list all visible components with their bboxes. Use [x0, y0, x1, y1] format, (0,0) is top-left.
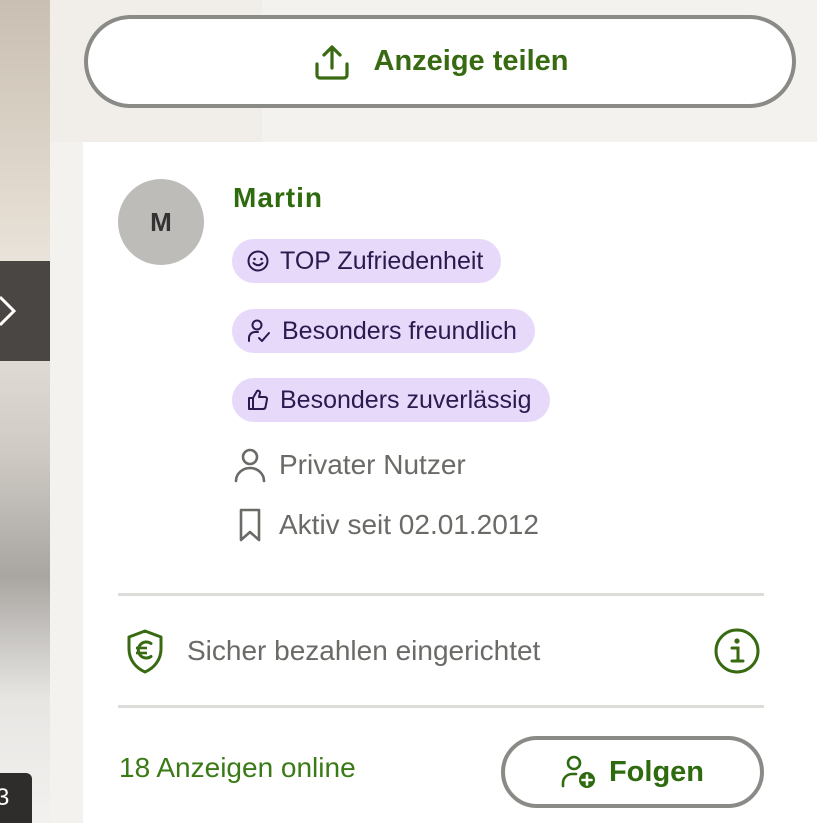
euro-shield-icon: [127, 629, 163, 674]
gallery-image-strip: 3: [0, 0, 50, 823]
divider: [118, 593, 764, 596]
gallery-next-button[interactable]: [0, 261, 50, 361]
share-section: Anzeige teilen: [50, 0, 817, 142]
follow-label: Folgen: [608, 755, 705, 788]
avatar[interactable]: M: [118, 179, 204, 265]
badge-top-satisfaction: TOP Zufriedenheit: [232, 239, 502, 283]
add-user-icon: [561, 755, 595, 788]
share-ad-label: Anzeige teilen: [373, 45, 569, 77]
secure-payment-row: Sicher bezahlen eingerichtet: [123, 625, 761, 677]
thumbs-up-icon: [248, 389, 268, 410]
smiley-icon: [247, 250, 269, 272]
user-type-row: Privater Nutzer: [233, 447, 466, 483]
user-icon: [234, 448, 266, 483]
bookmark-icon: [239, 508, 261, 542]
user-type-label: Privater Nutzer: [279, 449, 466, 480]
badge-label: Besonders freundlich: [282, 316, 517, 345]
divider: [118, 705, 764, 708]
share-upload-icon: [314, 44, 349, 80]
info-icon[interactable]: [713, 627, 761, 675]
badge-friendly: Besonders freundlich: [232, 309, 535, 353]
chevron-right-icon: [0, 295, 17, 327]
seller-card: M Martin TOP Zufriedenheit Besonders fre…: [83, 142, 817, 823]
friendly-user-icon: [248, 319, 270, 342]
badge-reliable: Besonders zuverlässig: [232, 378, 550, 422]
active-since-label: Aktiv seit 02.01.2012: [279, 509, 539, 540]
badge-label: TOP Zufriedenheit: [280, 246, 484, 275]
follow-button[interactable]: Folgen: [501, 736, 764, 808]
share-ad-button[interactable]: Anzeige teilen: [84, 15, 796, 108]
active-since-row: Aktiv seit 02.01.2012: [233, 507, 539, 543]
badge-label: Besonders zuverlässig: [280, 385, 532, 414]
seller-name[interactable]: Martin: [233, 182, 323, 214]
ads-online-link[interactable]: 18 Anzeigen online: [119, 752, 356, 784]
gallery-counter: 3: [0, 773, 32, 823]
secure-payment-label: Sicher bezahlen eingerichtet: [187, 635, 541, 666]
